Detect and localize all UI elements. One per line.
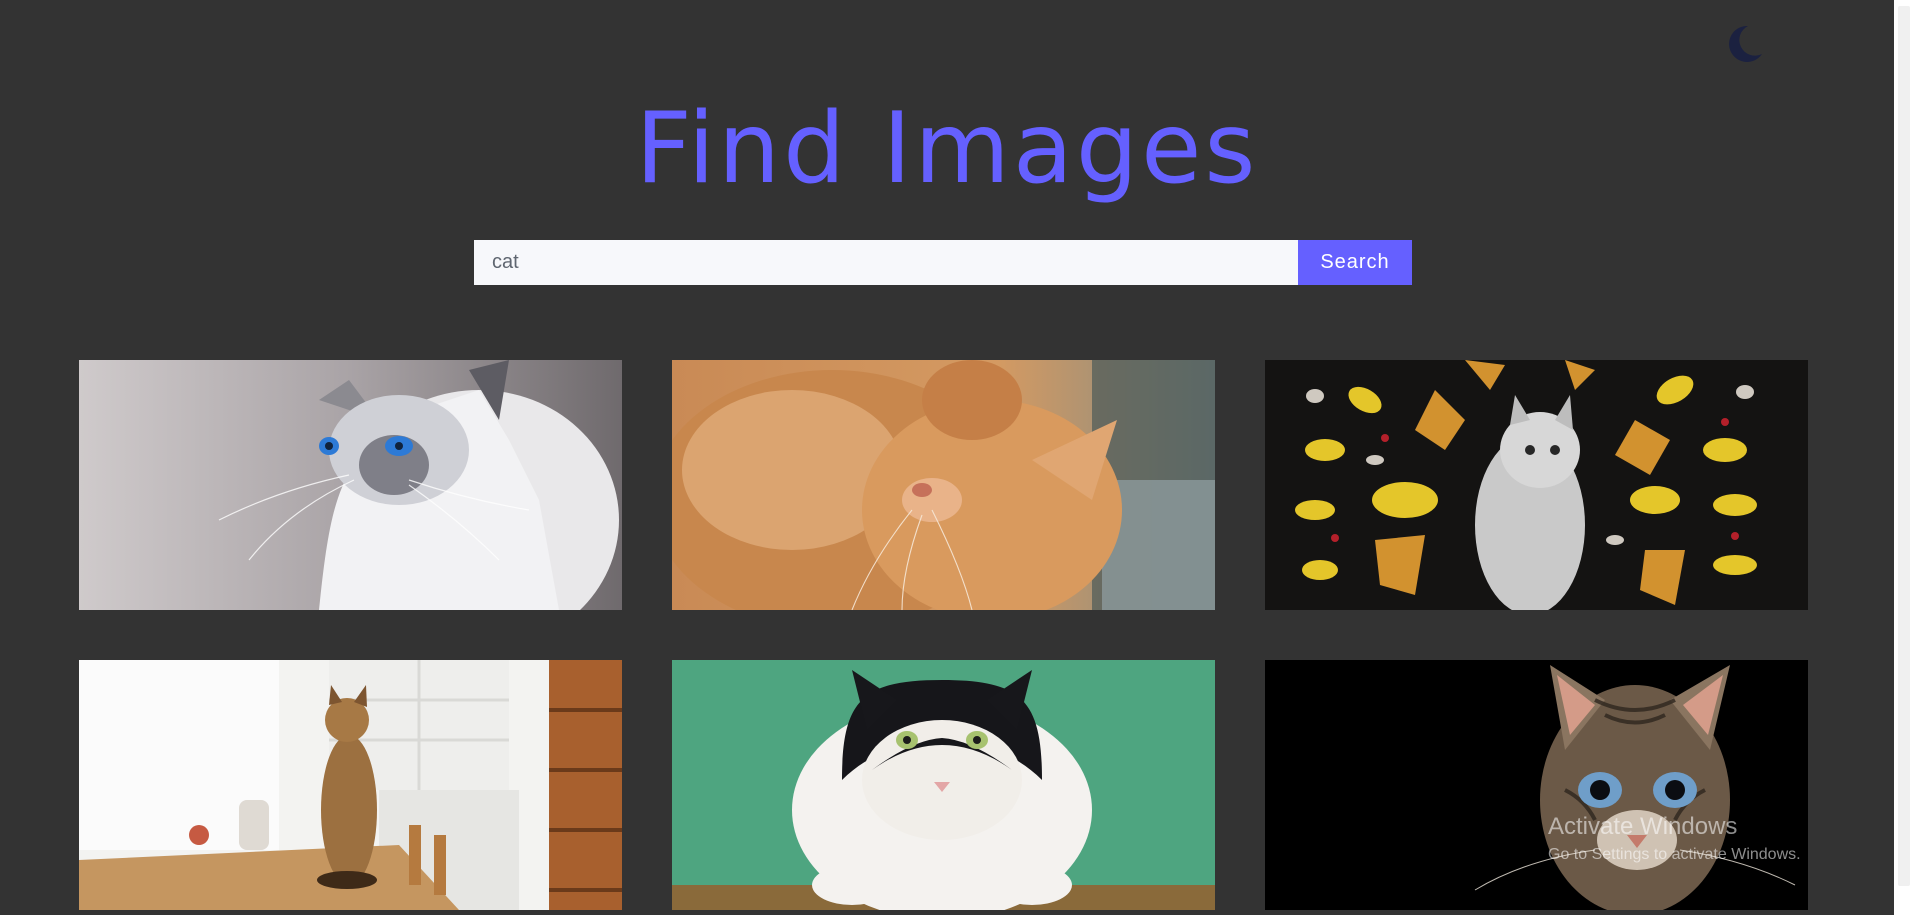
moon-icon[interactable] xyxy=(1718,20,1766,68)
search-input[interactable] xyxy=(474,240,1298,285)
image-card[interactable] xyxy=(672,360,1215,610)
cat-image xyxy=(1265,360,1808,610)
page: Find Images Search xyxy=(0,0,1894,915)
search-button[interactable]: Search xyxy=(1298,240,1412,285)
cat-image xyxy=(79,360,622,610)
image-card[interactable] xyxy=(1265,660,1808,910)
activation-watermark: Activate Windows Go to Settings to activ… xyxy=(1548,812,1801,866)
vertical-scrollbar[interactable] xyxy=(1894,0,1914,915)
image-card[interactable] xyxy=(79,660,622,910)
cat-image xyxy=(1265,660,1808,910)
image-card[interactable] xyxy=(79,360,622,610)
cat-image xyxy=(79,660,622,910)
scrollbar-thumb[interactable] xyxy=(1898,6,1910,886)
page-title: Find Images xyxy=(635,92,1259,206)
image-card[interactable] xyxy=(1265,360,1808,610)
cat-image xyxy=(672,360,1215,610)
activation-title: Activate Windows xyxy=(1548,813,1738,840)
cat-image xyxy=(672,660,1215,910)
image-card[interactable] xyxy=(672,660,1215,910)
search-bar: Search xyxy=(474,240,1412,285)
activation-subtitle: Go to Settings to activate Windows. xyxy=(1548,846,1801,863)
